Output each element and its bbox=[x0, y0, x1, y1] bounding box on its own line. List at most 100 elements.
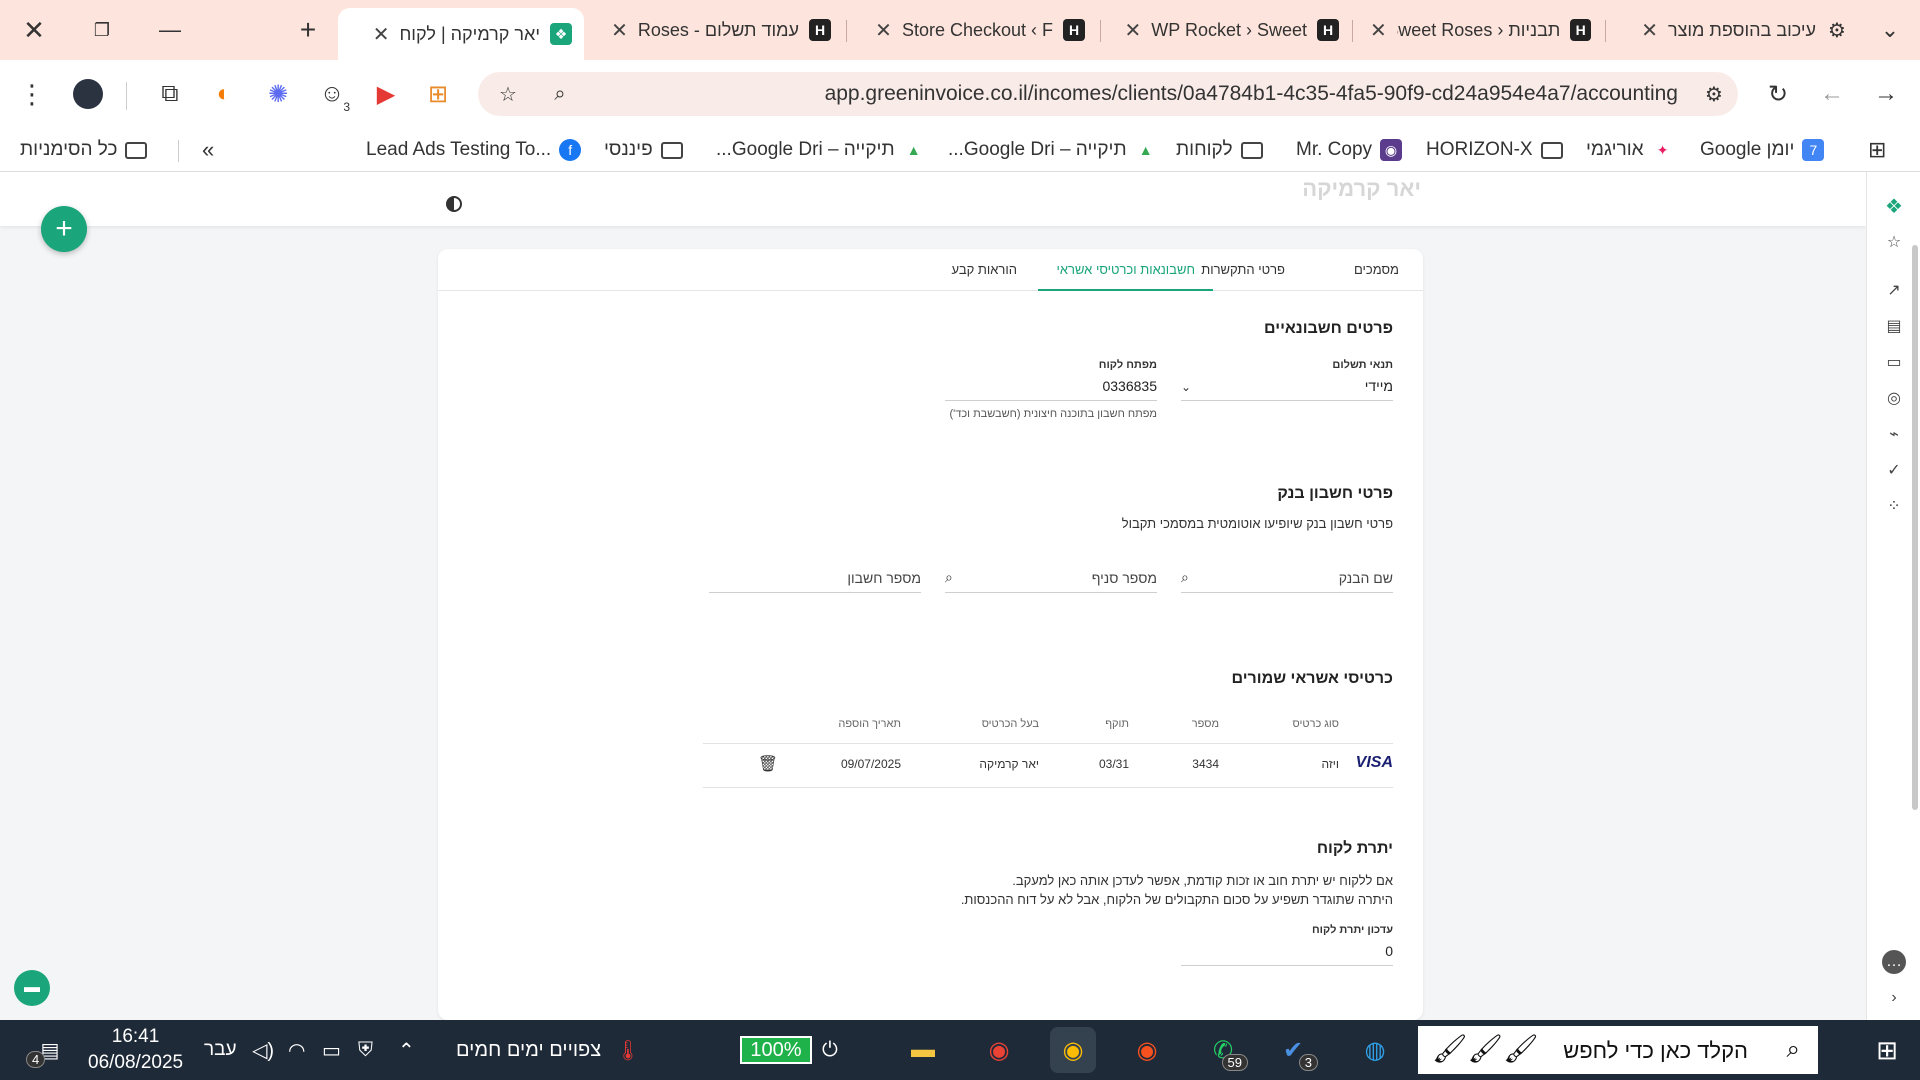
restore-button[interactable]: ❐ bbox=[80, 12, 124, 48]
chrome-icon[interactable]: ◉ bbox=[976, 1027, 1022, 1073]
add-button[interactable]: + bbox=[41, 206, 87, 252]
customer-key-field[interactable]: מפתח לקוח 0336835 bbox=[945, 359, 1157, 401]
edge-icon[interactable]: ◍ bbox=[1352, 1027, 1398, 1073]
weather-widget[interactable]: 🌡 צפויים ימים חמים bbox=[456, 1030, 641, 1070]
document-icon[interactable]: ▤ bbox=[1884, 316, 1904, 336]
menu-dots-icon[interactable]: ⋮ bbox=[12, 74, 52, 114]
start-button[interactable]: ⊞ bbox=[1862, 1030, 1912, 1070]
folder-icon bbox=[125, 141, 148, 159]
facebook-icon: f bbox=[559, 139, 582, 161]
table-row-divider bbox=[703, 787, 1393, 788]
star-icon[interactable]: ☆ bbox=[1884, 232, 1904, 252]
profile-avatar[interactable] bbox=[68, 74, 108, 114]
search-placeholder: הקלד כאן כדי לחפש bbox=[1563, 1038, 1748, 1063]
tab-chatgpt[interactable]: ⚙ עיכוב בהוספת מוצר ✕ bbox=[1610, 8, 1860, 52]
bookmark-google-drive-2[interactable]: ▲ תיקייה – Google Dri... bbox=[716, 136, 925, 164]
tab-search-button[interactable]: ⌄ bbox=[1868, 12, 1912, 48]
client-name-header: יאר קרמיקה bbox=[1302, 176, 1421, 201]
support-chat-icon[interactable]: ▬ bbox=[14, 970, 50, 1006]
bookmark-clients[interactable]: לקוחות bbox=[1176, 136, 1263, 164]
clock[interactable]: 16:41 06/08/2025 bbox=[88, 1024, 183, 1076]
client-header: יאר קרמיקה bbox=[0, 172, 1866, 226]
tab-accounting-cards[interactable]: חשבונאות וכרטיסי אשראי bbox=[1038, 249, 1213, 291]
extension-half-circle-icon[interactable]: ◐ bbox=[204, 74, 244, 114]
extension-youtube-icon[interactable]: ▶ bbox=[366, 74, 406, 114]
address-bar[interactable]: ⌕ ☆ app.greeninvoice.co.il/incomes/clien… bbox=[478, 72, 1738, 116]
whatsapp-icon[interactable]: ✆ 59 bbox=[1200, 1027, 1248, 1073]
notifications-icon[interactable]: ▤ 4 bbox=[26, 1030, 70, 1070]
close-icon[interactable]: ✕ bbox=[875, 18, 892, 43]
apps-icon[interactable]: ⁘ bbox=[1884, 496, 1904, 516]
close-icon[interactable]: ✕ bbox=[373, 22, 390, 47]
extension-layout-icon[interactable]: ⊞ bbox=[418, 74, 458, 114]
briefcase-icon[interactable]: ▭ bbox=[1884, 352, 1904, 372]
bookmark-mr-copy[interactable]: ◉ Mr. Copy bbox=[1296, 136, 1403, 164]
extension-profile-icon[interactable]: ☺ 3 bbox=[312, 74, 352, 114]
tab-wp-rocket[interactable]: H WP Rocket › Sweet ✕ bbox=[1106, 8, 1351, 52]
chrome-profile-icon[interactable]: ◉ bbox=[1124, 1027, 1170, 1073]
back-icon[interactable]: ← bbox=[1812, 74, 1852, 114]
site-settings-icon[interactable]: ⚙ bbox=[1698, 78, 1730, 110]
volume-icon[interactable]: ◁) bbox=[252, 1030, 274, 1070]
greeninvoice-logo-icon[interactable]: ❖ bbox=[1884, 196, 1904, 218]
close-icon[interactable]: ✕ bbox=[1125, 18, 1142, 43]
payment-terms-select[interactable]: תנאי תשלום מיידי ⌄ bbox=[1181, 359, 1393, 401]
close-window-button[interactable]: ✕ bbox=[12, 12, 56, 48]
branch-number-input[interactable]: מספר סניף ⌕ bbox=[945, 559, 1157, 593]
bookmark-google-drive-1[interactable]: ▲ תיקייה – Google Dri... bbox=[948, 136, 1157, 164]
bookmark-origami[interactable]: ✦ אוריגמי bbox=[1586, 136, 1674, 164]
chrome-active-icon[interactable]: ◉ bbox=[1050, 1027, 1096, 1073]
account-number-input[interactable]: מספר חשבון bbox=[709, 559, 921, 593]
bank-name-input[interactable]: שם הבנק ⌕ bbox=[1181, 559, 1393, 593]
bookmark-financial[interactable]: פיננסי bbox=[604, 136, 683, 164]
extension-star-icon[interactable]: ✺ bbox=[258, 74, 298, 114]
chevron-up-icon[interactable]: ⌃ bbox=[398, 1030, 415, 1070]
scrollbar[interactable] bbox=[1912, 245, 1918, 810]
chart-icon[interactable]: ↗ bbox=[1884, 280, 1904, 300]
minimize-button[interactable]: — bbox=[148, 12, 192, 48]
tab-documents[interactable]: מסמכים bbox=[1336, 249, 1417, 291]
balance-update-field[interactable]: עדכון יתרת לקוח 0 bbox=[1181, 924, 1393, 966]
tab-title: עיכוב בהוספת מוצר bbox=[1667, 19, 1816, 40]
security-icon[interactable]: ⛨ bbox=[358, 1030, 373, 1070]
apps-grid-icon[interactable]: ⊞ bbox=[1868, 136, 1886, 164]
language-indicator[interactable]: עבר bbox=[204, 1030, 237, 1070]
battery-indicator[interactable]: 100% bbox=[740, 1036, 812, 1064]
battery-icon[interactable]: ▭ bbox=[322, 1030, 341, 1070]
tab-payment-page[interactable]: H עמוד תשלום - Roses ✕ bbox=[598, 8, 843, 52]
trend-icon[interactable]: ⌁ bbox=[1884, 424, 1904, 444]
tab-templates[interactable]: H תבניות ‹ Sweet Roses ✕ bbox=[1358, 8, 1603, 52]
bookmark-lead-ads[interactable]: f Lead Ads Testing To... bbox=[366, 136, 582, 164]
close-icon[interactable]: ✕ bbox=[611, 18, 628, 43]
more-bookmarks-chevron-icon[interactable]: » bbox=[202, 136, 214, 164]
collapse-icon[interactable]: › bbox=[1884, 988, 1904, 1008]
wifi-icon[interactable]: ◠ bbox=[288, 1030, 305, 1070]
extensions-puzzle-icon[interactable]: ⧉ bbox=[150, 74, 190, 114]
forward-icon[interactable]: → bbox=[1866, 74, 1906, 114]
bookmark-label: פיננסי bbox=[604, 139, 653, 160]
file-explorer-icon[interactable]: ▬ bbox=[900, 1027, 946, 1073]
tab-store-checkout[interactable]: H Store Checkout ‹ F ✕ bbox=[852, 8, 1097, 52]
zoom-icon[interactable]: ⌕ bbox=[544, 78, 576, 110]
url-text[interactable]: app.greeninvoice.co.il/incomes/clients/0… bbox=[825, 82, 1678, 106]
bank-name-placeholder: שם הבנק bbox=[1338, 570, 1393, 586]
bank-description: פרטי חשבון בנק שיופיעו אוטומטית במסמכי ת… bbox=[1121, 516, 1393, 531]
search-icon: ⌕ bbox=[945, 569, 953, 585]
bookmark-star-icon[interactable]: ☆ bbox=[492, 78, 524, 110]
trash-icon[interactable]: 🗑 bbox=[758, 754, 778, 774]
close-icon[interactable]: ✕ bbox=[1641, 18, 1658, 43]
bookmark-horizon-x[interactable]: HORIZON-X bbox=[1426, 136, 1563, 164]
reload-icon[interactable]: ↻ bbox=[1758, 74, 1798, 114]
contrast-icon[interactable] bbox=[446, 196, 462, 212]
tab-client-active[interactable]: ❖ יאר קרמיקה | לקוח ✕ bbox=[338, 8, 584, 60]
coin-icon[interactable]: ◎ bbox=[1884, 388, 1904, 408]
tab-standing-orders[interactable]: הוראות קבע bbox=[934, 249, 1035, 291]
new-tab-button[interactable]: + bbox=[286, 12, 330, 48]
check-icon[interactable]: ✓ bbox=[1884, 460, 1904, 480]
todo-icon[interactable]: ✔ 3 bbox=[1270, 1027, 1318, 1073]
bookmark-google-calendar[interactable]: 7 יומן Google bbox=[1700, 136, 1825, 164]
all-bookmarks[interactable]: כל הסימניות bbox=[20, 136, 148, 164]
close-icon[interactable]: ✕ bbox=[1370, 18, 1387, 43]
more-icon[interactable]: … bbox=[1882, 950, 1906, 974]
taskbar-search[interactable]: ⌕ הקלד כאן כדי לחפש 🖌🖌🖌 bbox=[1418, 1026, 1818, 1074]
